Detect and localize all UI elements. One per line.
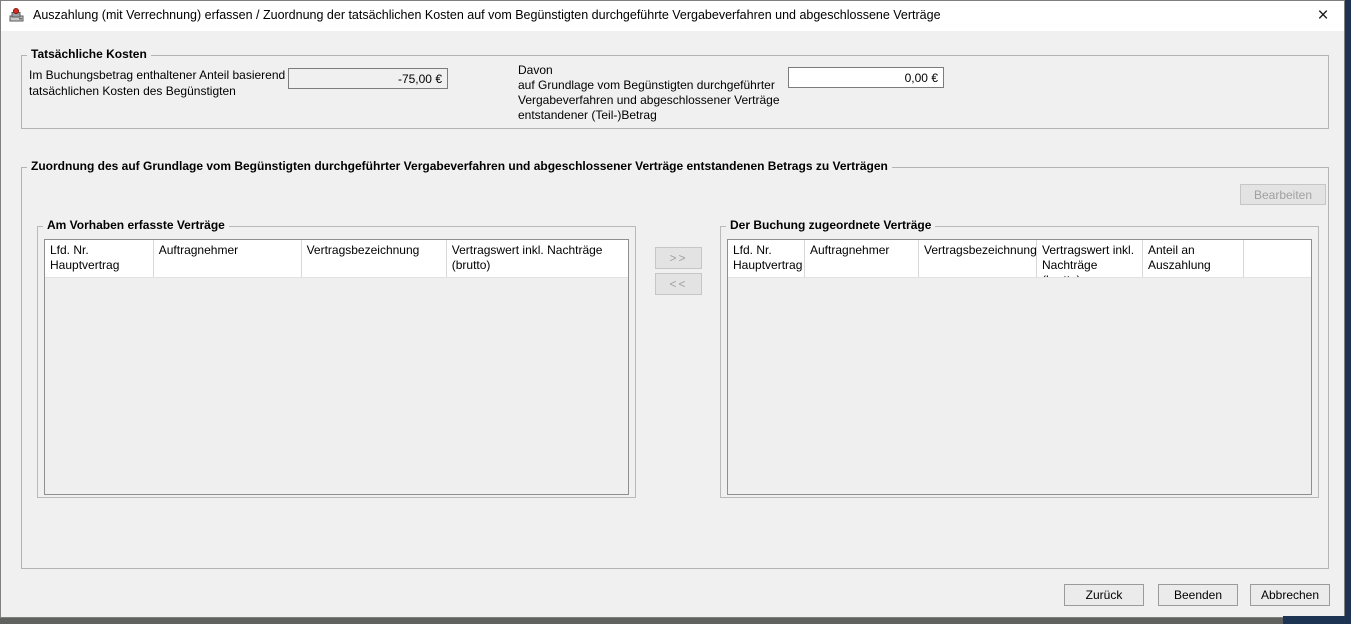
finish-button[interactable]: Beenden (1158, 584, 1238, 606)
column-header-lfd-nr-hauptvertrag: Lfd. Nr. Hauptvertrag (45, 240, 154, 277)
assigned-contracts-header: Lfd. Nr. Hauptvertrag Auftragnehmer Vert… (728, 240, 1311, 278)
included-share-field[interactable] (288, 68, 448, 89)
background-app-strip-right (1345, 0, 1351, 624)
move-left-button[interactable]: << (655, 273, 702, 295)
cancel-button[interactable]: Abbrechen (1250, 584, 1330, 606)
partial-amount-label: Davon auf Grundlage vom Begünstigten dur… (518, 63, 800, 123)
dialog-window: Auszahlung (mit Verrechnung) erfassen / … (0, 0, 1345, 618)
group-actual-costs-title: Tatsächliche Kosten (27, 47, 151, 61)
column-header-auftragnehmer: Auftragnehmer (154, 240, 302, 277)
group-available-contracts: Am Vorhaben erfasste Verträge Lfd. Nr. H… (37, 226, 636, 498)
column-header-anteil-an-auszahlung: Anteil an Auszahlung (1143, 240, 1244, 277)
group-actual-costs: Tatsächliche Kosten Im Buchungsbetrag en… (21, 55, 1329, 129)
edit-button[interactable]: Bearbeiten (1240, 184, 1326, 205)
background-app-corner (1283, 616, 1351, 624)
column-header-vertragswert: Vertragswert inkl. Nachträge (brutto) (447, 240, 628, 277)
group-assigned-contracts: Der Buchung zugeordnete Verträge Lfd. Nr… (720, 226, 1319, 498)
group-assignment-title: Zuordnung des auf Grundlage vom Begünsti… (27, 159, 892, 173)
assigned-contracts-table[interactable]: Lfd. Nr. Hauptvertrag Auftragnehmer Vert… (727, 239, 1312, 495)
close-icon[interactable]: × (1309, 3, 1337, 29)
column-header-vertragswert: Vertragswert inkl. Nachträge (brutto) (1037, 240, 1143, 277)
column-header-auftragnehmer: Auftragnehmer (805, 240, 919, 277)
partial-amount-label-rest: auf Grundlage vom Begünstigten durchgefü… (518, 78, 780, 122)
window-title: Auszahlung (mit Verrechnung) erfassen / … (33, 8, 941, 22)
app-icon (9, 7, 25, 23)
available-contracts-header: Lfd. Nr. Hauptvertrag Auftragnehmer Vert… (45, 240, 628, 278)
column-header-lfd-nr-hauptvertrag: Lfd. Nr. Hauptvertrag (728, 240, 805, 277)
back-button[interactable]: Zurück (1064, 584, 1144, 606)
group-assignment: Zuordnung des auf Grundlage vom Begünsti… (21, 167, 1329, 569)
group-available-contracts-title: Am Vorhaben erfasste Verträge (43, 218, 229, 232)
included-share-label: Im Buchungsbetrag enthaltener Anteil bas… (29, 67, 307, 99)
group-assigned-contracts-title: Der Buchung zugeordnete Verträge (726, 218, 935, 232)
available-contracts-table[interactable]: Lfd. Nr. Hauptvertrag Auftragnehmer Vert… (44, 239, 629, 495)
move-right-button[interactable]: >> (655, 247, 702, 269)
column-header-filler (1244, 240, 1311, 277)
partial-amount-label-line1: Davon (518, 63, 800, 78)
column-header-vertragsbezeichnung: Vertragsbezeichnung (919, 240, 1037, 277)
column-header-vertragsbezeichnung: Vertragsbezeichnung (302, 240, 447, 277)
partial-amount-field[interactable] (788, 67, 944, 88)
titlebar: Auszahlung (mit Verrechnung) erfassen / … (1, 1, 1344, 31)
